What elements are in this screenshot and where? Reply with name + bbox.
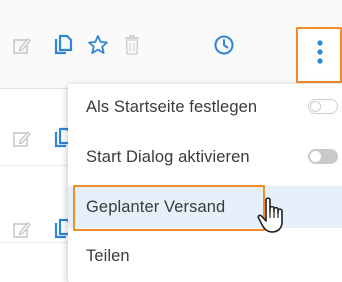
list-view: Als Startseite festlegen Start Dialog ak… — [0, 0, 342, 282]
start-page-toggle[interactable] — [308, 99, 338, 114]
menu-item-set-start-page[interactable]: Als Startseite festlegen — [68, 86, 342, 128]
menu-item-activate-start-dialog[interactable]: Start Dialog aktivieren — [68, 136, 342, 178]
context-menu: Als Startseite festlegen Start Dialog ak… — [68, 84, 342, 282]
menu-item-scheduled-send[interactable]: Geplanter Versand — [68, 186, 342, 228]
trash-icon[interactable] — [123, 34, 141, 56]
copy-icon[interactable] — [52, 34, 74, 56]
edit-icon[interactable] — [12, 220, 32, 240]
menu-item-label: Start Dialog aktivieren — [86, 147, 250, 166]
clock-icon[interactable] — [213, 34, 235, 56]
start-dialog-toggle[interactable] — [308, 149, 338, 164]
menu-item-share[interactable]: Teilen — [68, 235, 342, 277]
edit-icon[interactable] — [12, 36, 32, 56]
menu-item-label: Als Startseite festlegen — [86, 97, 258, 116]
edit-icon[interactable] — [12, 129, 32, 149]
toggle-knob — [310, 151, 321, 162]
hand-pointer-icon — [256, 196, 292, 236]
star-icon[interactable] — [87, 34, 109, 56]
toggle-knob — [310, 100, 321, 112]
list-row-1 — [0, 0, 342, 89]
menu-item-label: Geplanter Versand — [86, 197, 226, 216]
menu-item-label: Teilen — [86, 246, 130, 265]
